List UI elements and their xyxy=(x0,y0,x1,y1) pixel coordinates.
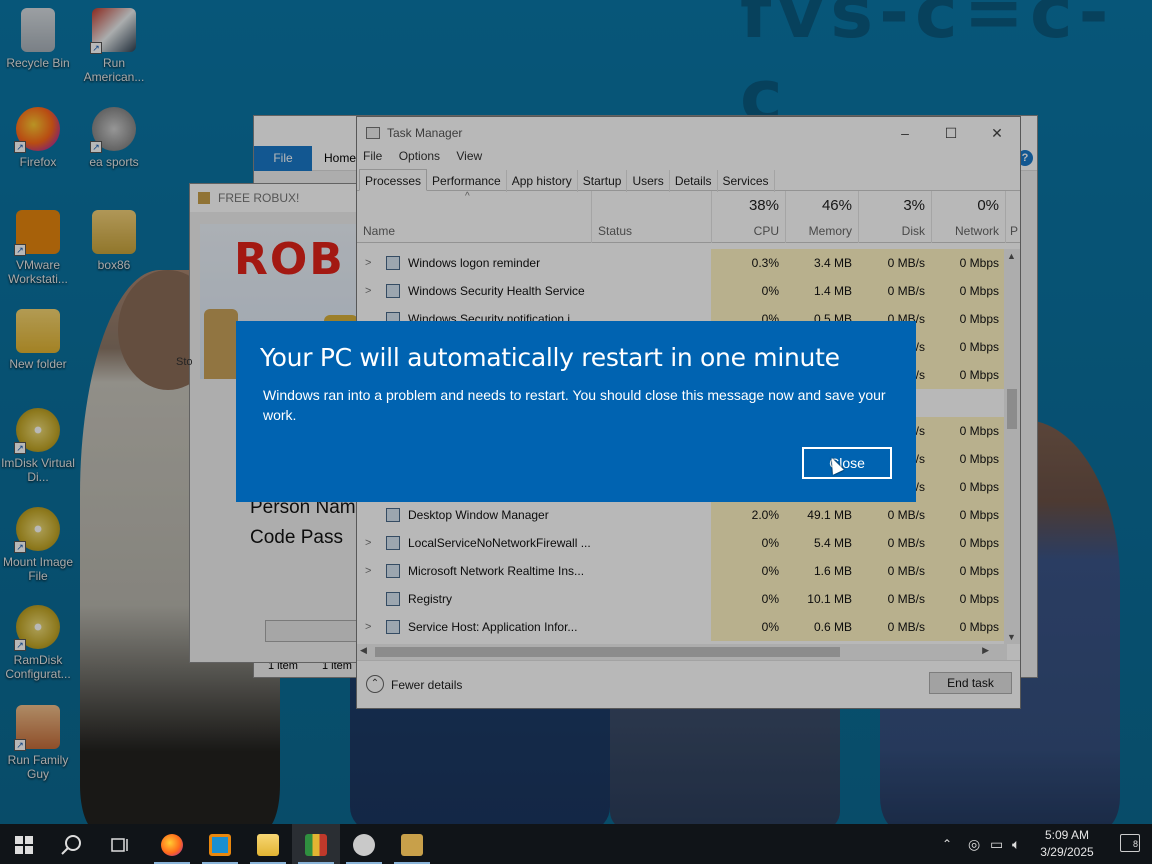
start-button[interactable] xyxy=(0,824,48,864)
notification-count: 8 xyxy=(1132,839,1138,849)
file-explorer-icon xyxy=(257,834,279,857)
task-view-icon xyxy=(111,838,128,852)
clock-time: 5:09 AM xyxy=(1044,828,1090,842)
taskbar-free-robux[interactable] xyxy=(388,824,436,864)
taskbar-file-explorer[interactable] xyxy=(244,824,292,864)
search-button[interactable] xyxy=(48,824,96,864)
restart-dialog-title: Your PC will automatically restart in on… xyxy=(260,343,840,372)
firefox-icon xyxy=(161,834,183,857)
task-view-button[interactable] xyxy=(96,824,144,864)
taskbar: ⌃ ◎ ▭ 🔈︎ 5:09 AM 3/29/2025 8 xyxy=(0,824,1152,864)
tray-app-icon[interactable]: ◎ xyxy=(968,824,980,864)
taskbar-firefox[interactable] xyxy=(148,824,196,864)
robux-app-icon xyxy=(401,834,423,857)
windows-start-icon xyxy=(15,836,33,855)
taskbar-vmware[interactable] xyxy=(196,824,244,864)
restart-dialog: Your PC will automatically restart in on… xyxy=(236,321,916,502)
network-icon[interactable]: ▭ xyxy=(990,824,1003,864)
task-manager-icon xyxy=(305,834,327,857)
volume-muted-icon[interactable]: 🔈︎ xyxy=(1012,824,1020,864)
taskbar-app[interactable] xyxy=(340,824,388,864)
show-hidden-icons-button[interactable]: ⌃ xyxy=(942,824,952,864)
close-button[interactable]: Close xyxy=(802,447,892,479)
vmware-icon xyxy=(209,834,231,857)
taskbar-task-manager[interactable] xyxy=(292,824,340,864)
taskbar-clock[interactable]: 5:09 AM 3/29/2025 xyxy=(1032,827,1102,861)
app-icon xyxy=(353,834,375,857)
clock-date: 3/29/2025 xyxy=(1040,845,1094,859)
search-icon xyxy=(61,835,81,855)
restart-dialog-message: Windows ran into a problem and needs to … xyxy=(263,387,886,423)
notification-center-icon[interactable]: 8 xyxy=(1120,834,1140,852)
